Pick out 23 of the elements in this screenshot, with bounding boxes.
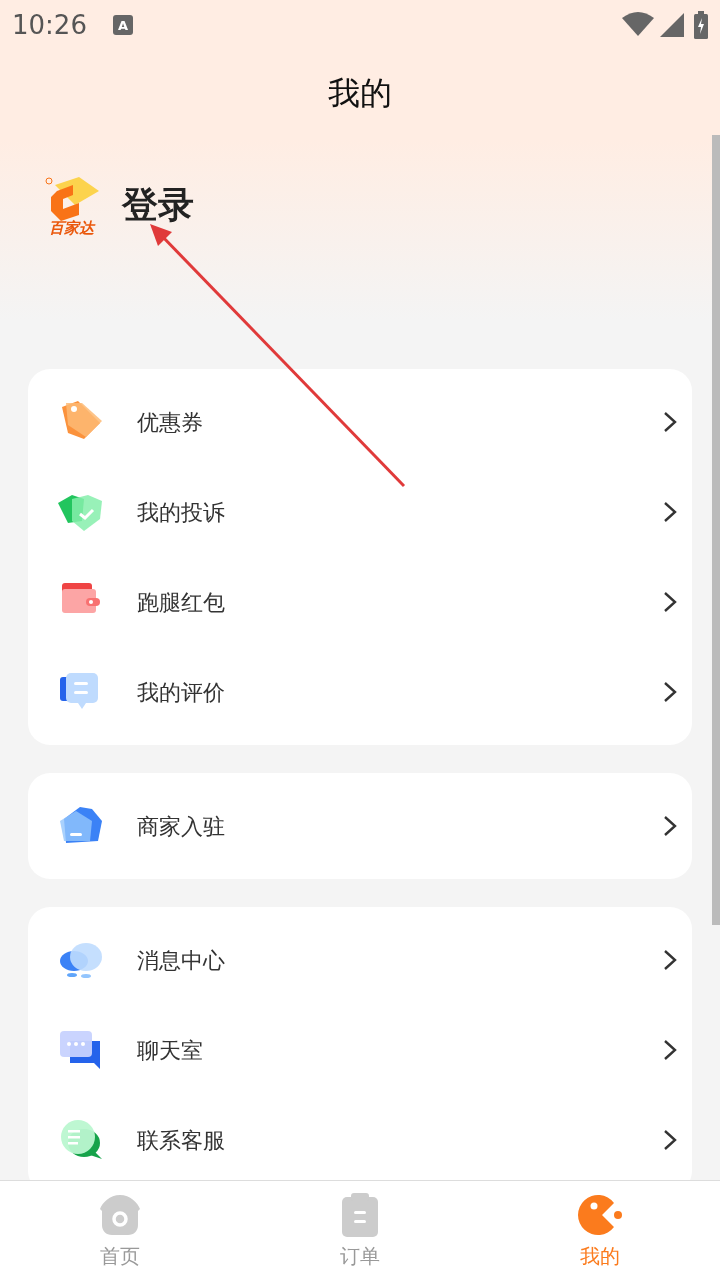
menu-item[interactable]: 优惠券 (28, 377, 692, 467)
app-logo: 百家达 (38, 175, 104, 241)
menu-item[interactable]: 跑腿红包 (28, 557, 692, 647)
menu-item[interactable]: 商家入驻 (28, 781, 692, 871)
menu-item[interactable]: 我的评价 (28, 647, 692, 737)
chevron-right-icon (662, 1038, 678, 1062)
keyboard-badge: A (112, 15, 133, 35)
chevron-right-icon (662, 948, 678, 972)
wifi-icon (622, 12, 654, 38)
status-time: 10:26 (12, 8, 87, 42)
chevron-right-icon (662, 500, 678, 524)
login-link[interactable]: 登录 (122, 187, 194, 223)
chevron-right-icon (662, 1128, 678, 1152)
chevron-right-icon (662, 590, 678, 614)
chevron-right-icon (662, 680, 678, 704)
menu-item[interactable]: 我的投诉 (28, 467, 692, 557)
chevron-right-icon (662, 410, 678, 434)
chevron-right-icon (662, 814, 678, 838)
page-title: 我的 (328, 72, 392, 114)
menu-item[interactable]: 聊天室 (28, 1005, 692, 1095)
menu-item[interactable]: 消息中心 (28, 915, 692, 1005)
battery-icon (694, 11, 708, 39)
signal-icon (660, 13, 684, 37)
